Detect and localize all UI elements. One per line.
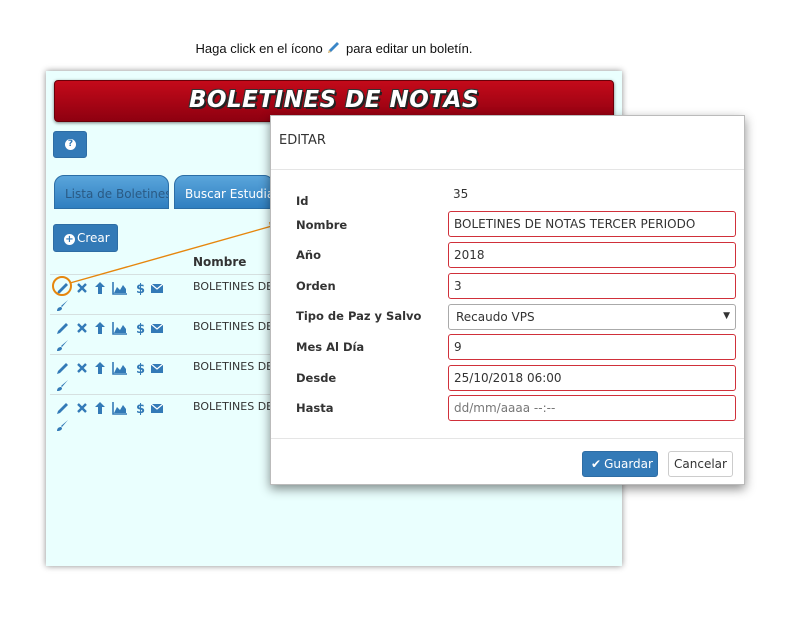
- tipo-paz-salvo-value: Recaudo VPS: [456, 310, 535, 324]
- tipo-paz-salvo-label: Tipo de Paz y Salvo: [296, 309, 422, 323]
- id-label: Id: [296, 194, 309, 208]
- chevron-down-icon: ▼: [723, 311, 730, 321]
- save-button[interactable]: ✔ Guardar: [582, 451, 658, 477]
- anio-label: Año: [296, 248, 321, 262]
- desde-label: Desde: [296, 371, 337, 385]
- id-value: 35: [453, 187, 469, 201]
- cancel-button[interactable]: Cancelar: [668, 451, 733, 477]
- nombre-field[interactable]: BOLETINES DE NOTAS TERCER PERIODO: [448, 211, 736, 237]
- anio-field[interactable]: 2018: [448, 242, 736, 268]
- orden-label: Orden: [296, 279, 336, 293]
- nombre-label: Nombre: [296, 218, 348, 232]
- mes-al-dia-label: Mes Al Día: [296, 340, 365, 354]
- edit-modal: EDITAR Id 35 Nombre BOLETINES DE NOTAS T…: [270, 115, 745, 485]
- check-icon: ✔: [591, 457, 602, 471]
- modal-header-divider: [271, 169, 744, 170]
- modal-footer-divider: [271, 438, 744, 439]
- hasta-field[interactable]: dd/mm/aaaa --:--: [448, 395, 736, 421]
- mes-al-dia-field[interactable]: 9: [448, 334, 736, 360]
- save-button-label: Guardar: [604, 457, 653, 471]
- tipo-paz-salvo-select[interactable]: Recaudo VPS ▼: [448, 304, 736, 330]
- modal-title: EDITAR: [279, 133, 326, 148]
- hasta-label: Hasta: [296, 401, 334, 415]
- orden-field[interactable]: 3: [448, 273, 736, 299]
- desde-field[interactable]: 25/10/2018 06:00: [448, 365, 736, 391]
